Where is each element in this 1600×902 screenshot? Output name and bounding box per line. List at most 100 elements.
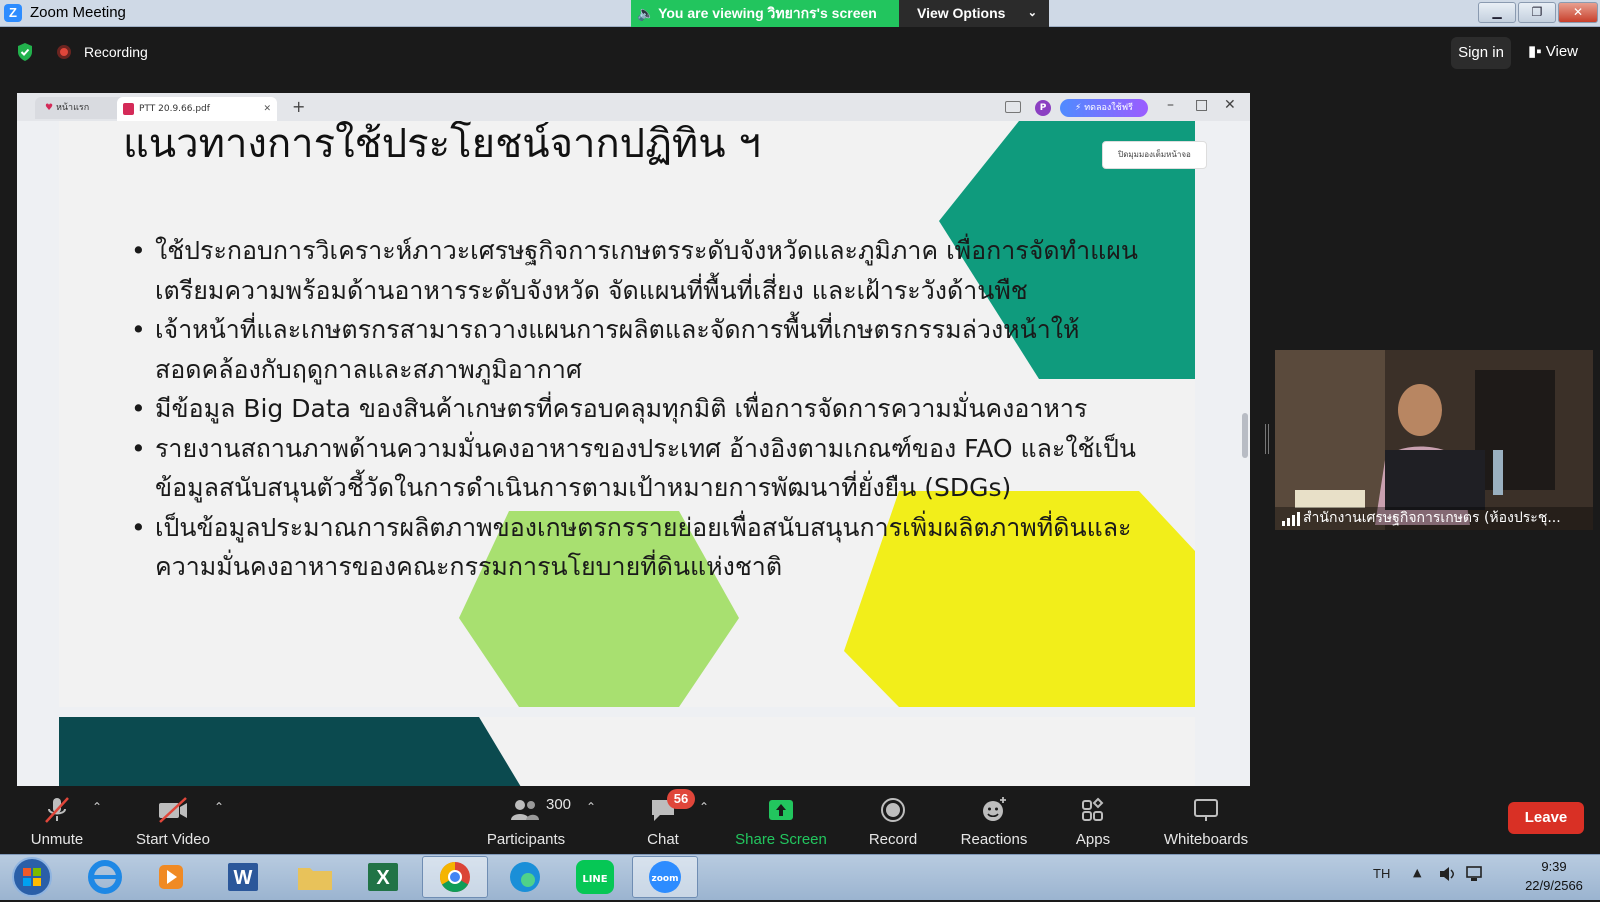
taskbar-media-player[interactable] bbox=[138, 856, 204, 898]
network-icon[interactable] bbox=[1465, 864, 1487, 884]
svg-text:LINE: LINE bbox=[582, 874, 607, 885]
restore-window-button[interactable]: ❐ bbox=[1518, 2, 1556, 23]
browser-tab-pdf[interactable]: PTT 20.9.66.pdf ✕ bbox=[117, 97, 277, 121]
minimize-window-button[interactable]: ▁ bbox=[1478, 2, 1516, 23]
input-language-indicator[interactable]: TH bbox=[1373, 866, 1390, 881]
taskbar-chrome[interactable] bbox=[422, 856, 488, 898]
shared-screen[interactable]: ♥ หน้าแรก PTT 20.9.66.pdf ✕ + P ⚡ ทดลองใ… bbox=[17, 93, 1250, 786]
browser-minimize-icon[interactable]: – bbox=[1167, 97, 1174, 113]
internet-explorer-icon bbox=[88, 860, 122, 894]
chat-options-chevron-icon[interactable]: ⌃ bbox=[699, 800, 709, 814]
apps-icon bbox=[1082, 797, 1104, 821]
share-screen-icon bbox=[769, 800, 793, 820]
browser-tab-bar: ♥ หน้าแรก PTT 20.9.66.pdf ✕ + P ⚡ ทดลองใ… bbox=[17, 93, 1250, 121]
slide-title: แนวทางการใช้ประโยชน์จากปฏิทิน ฯ bbox=[123, 121, 761, 167]
close-tab-icon[interactable]: ✕ bbox=[263, 97, 271, 121]
view-button[interactable]: ▮▪ View bbox=[1528, 42, 1578, 60]
whiteboards-button[interactable]: Whiteboards bbox=[1158, 795, 1254, 851]
presentation-slide: แนวทางการใช้ประโยชน์จากปฏิทิน ฯ ใช้ประกอ… bbox=[59, 121, 1195, 707]
zoom-app-icon: zoom bbox=[649, 861, 681, 893]
ai-trial-button[interactable]: ⚡ ทดลองใช้ฟรี bbox=[1060, 99, 1148, 117]
slide-bullet: เป็นข้อมูลประมาณการผลิตภาพของเกษตรกรรายย… bbox=[129, 508, 1169, 587]
participant-video-frame bbox=[1275, 350, 1593, 530]
leave-meeting-button[interactable]: Leave bbox=[1508, 802, 1584, 834]
taskbar-clock[interactable]: 9:39 22/9/2566 bbox=[1522, 857, 1586, 895]
meeting-top-strip bbox=[0, 27, 1600, 77]
taskbar-word[interactable]: W bbox=[210, 856, 276, 898]
panel-resize-handle[interactable] bbox=[1265, 424, 1269, 454]
profile-avatar[interactable]: P bbox=[1035, 100, 1051, 116]
chat-unread-badge: 56 bbox=[667, 789, 695, 809]
window-title: Zoom Meeting bbox=[30, 4, 126, 21]
whiteboard-icon bbox=[1194, 799, 1218, 821]
participant-count: 300 bbox=[546, 796, 572, 813]
taskbar-zoom[interactable]: zoom bbox=[632, 856, 698, 898]
slide-bullet: เจ้าหน้าที่และเกษตรกรสามารถวางแผนการผลิต… bbox=[129, 310, 1169, 389]
media-player-icon bbox=[159, 865, 183, 889]
video-options-chevron-icon[interactable]: ⌃ bbox=[214, 800, 224, 814]
reactions-label: Reactions bbox=[960, 831, 1028, 848]
sidebar-icon[interactable] bbox=[1005, 101, 1021, 113]
apps-label: Apps bbox=[1075, 831, 1111, 848]
next-slide-decoration bbox=[59, 717, 521, 786]
folder-icon bbox=[298, 868, 332, 890]
viewing-banner: 🔈 You are viewing วิทยากร's screen bbox=[631, 0, 899, 27]
chrome-icon bbox=[439, 862, 470, 893]
start-video-label: Start Video bbox=[136, 831, 210, 848]
ai-trial-label: ทดลองใช้ฟรี bbox=[1084, 103, 1133, 113]
participants-label: Participants bbox=[486, 831, 566, 848]
excel-icon: X bbox=[368, 863, 398, 891]
share-screen-label: Share Screen bbox=[735, 831, 827, 848]
speaker-icon: 🔈 bbox=[637, 5, 655, 21]
taskbar-internet-explorer[interactable] bbox=[72, 856, 138, 898]
slide-bullet: รายงานสถานภาพด้านความมั่นคงอาหารของประเท… bbox=[129, 429, 1169, 508]
clock-date: 22/9/2566 bbox=[1525, 878, 1583, 893]
reactions-smiley-icon bbox=[983, 797, 1006, 821]
participants-options-chevron-icon[interactable]: ⌃ bbox=[586, 800, 596, 814]
volume-icon[interactable] bbox=[1437, 864, 1457, 884]
browser-close-icon[interactable]: ✕ bbox=[1224, 97, 1236, 113]
signal-strength-icon bbox=[1282, 512, 1300, 526]
scrollbar-thumb[interactable] bbox=[1242, 413, 1248, 458]
taskbar-excel[interactable]: X bbox=[350, 856, 416, 898]
view-options-label: View Options bbox=[917, 5, 1006, 21]
participant-video[interactable] bbox=[1275, 350, 1593, 530]
close-window-button[interactable]: ✕ bbox=[1558, 2, 1598, 23]
view-options-button[interactable]: View Options ⌄ bbox=[899, 0, 1049, 27]
taskbar-line[interactable]: LINE bbox=[562, 856, 628, 898]
new-tab-icon[interactable]: + bbox=[292, 97, 305, 116]
taskbar-edge[interactable] bbox=[492, 856, 558, 898]
zoom-logo-icon: Z bbox=[4, 4, 22, 22]
exit-fullscreen-button[interactable]: ปิดมุมมองเต็มหน้าจอ bbox=[1102, 141, 1207, 169]
chat-label: Chat bbox=[647, 831, 679, 848]
svg-text:X: X bbox=[376, 867, 390, 889]
browser-tab-home[interactable]: ♥ หน้าแรก bbox=[35, 97, 125, 119]
apps-button[interactable]: Apps bbox=[1060, 795, 1126, 851]
security-shield-icon[interactable] bbox=[16, 42, 34, 62]
sign-in-button[interactable]: Sign in bbox=[1451, 37, 1511, 69]
svg-text:W: W bbox=[234, 867, 253, 889]
taskbar-file-explorer[interactable] bbox=[282, 856, 348, 898]
tray-expand-icon[interactable]: ▲ bbox=[1413, 866, 1421, 879]
view-layout-icon: ▮▪ bbox=[1528, 43, 1542, 60]
pdf-icon bbox=[123, 103, 134, 115]
audio-options-chevron-icon[interactable]: ⌃ bbox=[92, 800, 102, 814]
browser-maximize-icon[interactable]: □ bbox=[1195, 97, 1208, 113]
record-icon bbox=[881, 798, 905, 822]
chevron-down-icon: ⌄ bbox=[1027, 7, 1037, 19]
svg-text:zoom: zoom bbox=[652, 874, 679, 884]
share-screen-button[interactable]: Share Screen bbox=[733, 795, 829, 851]
start-video-button[interactable]: Start Video bbox=[130, 795, 216, 851]
record-button[interactable]: Record bbox=[860, 795, 926, 851]
recording-indicator-icon bbox=[57, 45, 71, 59]
line-app-icon: LINE bbox=[576, 860, 614, 894]
microphone-muted-icon bbox=[45, 797, 69, 823]
reactions-button[interactable]: Reactions bbox=[954, 795, 1034, 851]
slide-bullet: ใช้ประกอบการวิเคราะห์ภาวะเศรษฐกิจการเกษต… bbox=[129, 231, 1169, 310]
whiteboards-label: Whiteboards bbox=[1163, 831, 1249, 848]
recording-label: Recording bbox=[84, 44, 148, 60]
slide-bullet: มีข้อมูล Big Data ของสินค้าเกษตรที่ครอบค… bbox=[129, 389, 1169, 429]
tab-home-label: หน้าแรก bbox=[55, 103, 90, 113]
windows-start-icon[interactable] bbox=[10, 856, 54, 898]
unmute-button[interactable]: Unmute bbox=[24, 795, 90, 851]
